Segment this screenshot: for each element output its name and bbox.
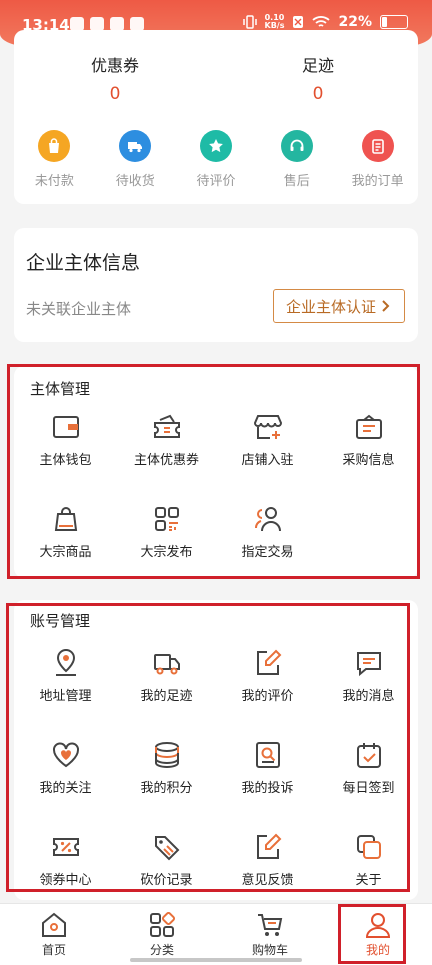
wifi-icon [312, 16, 331, 27]
order-unpaid[interactable]: 未付款 [14, 130, 95, 189]
footprint-label: 足迹 [301, 56, 334, 75]
enterprise-subtitle: 未关联企业主体 [26, 300, 132, 318]
home-indicator [130, 958, 302, 962]
tiktok-icon [110, 17, 124, 31]
notification-icons [70, 17, 144, 31]
coupons-label: 优惠券 [90, 56, 139, 75]
clipboard-icon [361, 130, 394, 162]
order-label: 待评价 [196, 174, 236, 189]
category-icon [150, 912, 176, 937]
tab-category[interactable]: 分类 [108, 904, 216, 958]
status-right: 0.10 KB/s 22% [242, 14, 408, 30]
highlight-box-account-management [6, 603, 410, 892]
order-to-review[interactable]: 待评价 [176, 130, 257, 189]
battery-icon [380, 15, 408, 29]
battery-percent: 22% [338, 14, 372, 30]
orders-card: 优惠券 0 足迹 0 未付款 待收货 待评价 售后 我的订单 [14, 30, 418, 204]
highlight-box-tab-mine [338, 904, 406, 964]
tab-label: 首页 [41, 943, 66, 957]
tab-cart[interactable]: 购物车 [216, 904, 324, 958]
order-all[interactable]: 我的订单 [337, 130, 418, 189]
net-speed: 0.10 KB/s [265, 14, 285, 30]
order-label: 未付款 [34, 174, 74, 189]
truck-icon [119, 130, 152, 162]
order-label: 售后 [283, 174, 310, 189]
app-store-icon [130, 17, 144, 31]
tab-label: 购物车 [251, 943, 288, 957]
tab-label: 分类 [149, 943, 174, 957]
net-speed-unit: KB/s [264, 21, 285, 30]
chevron-right-icon [382, 300, 390, 312]
footprint-stat[interactable]: 足迹 0 [258, 52, 378, 104]
home-icon [42, 912, 66, 937]
tab-home[interactable]: 首页 [0, 904, 108, 958]
highlight-box-entity-management [7, 364, 420, 579]
sim-icon [293, 16, 304, 28]
headset-icon [280, 130, 313, 162]
vibrate-icon [242, 15, 257, 29]
app-icon [90, 17, 104, 31]
enterprise-card: 企业主体信息 未关联企业主体 企业主体认证 [14, 228, 418, 342]
footprint-value: 0 [312, 84, 324, 104]
cart-icon [258, 914, 283, 936]
star-icon [199, 130, 232, 162]
order-label: 我的订单 [351, 174, 404, 189]
order-shortcuts: 未付款 待收货 待评价 售后 我的订单 [14, 130, 418, 189]
enterprise-certify-button[interactable]: 企业主体认证 [273, 289, 405, 323]
enterprise-certify-label: 企业主体认证 [285, 297, 376, 316]
order-label: 待收货 [115, 174, 155, 189]
shopping-bag-icon [38, 130, 71, 162]
coupons-stat[interactable]: 优惠券 0 [55, 52, 175, 104]
enterprise-title: 企业主体信息 [26, 252, 141, 274]
order-after-sales[interactable]: 售后 [256, 130, 337, 189]
order-to-receive[interactable]: 待收货 [95, 130, 176, 189]
coupons-value: 0 [109, 84, 121, 104]
mail-icon [70, 17, 84, 31]
